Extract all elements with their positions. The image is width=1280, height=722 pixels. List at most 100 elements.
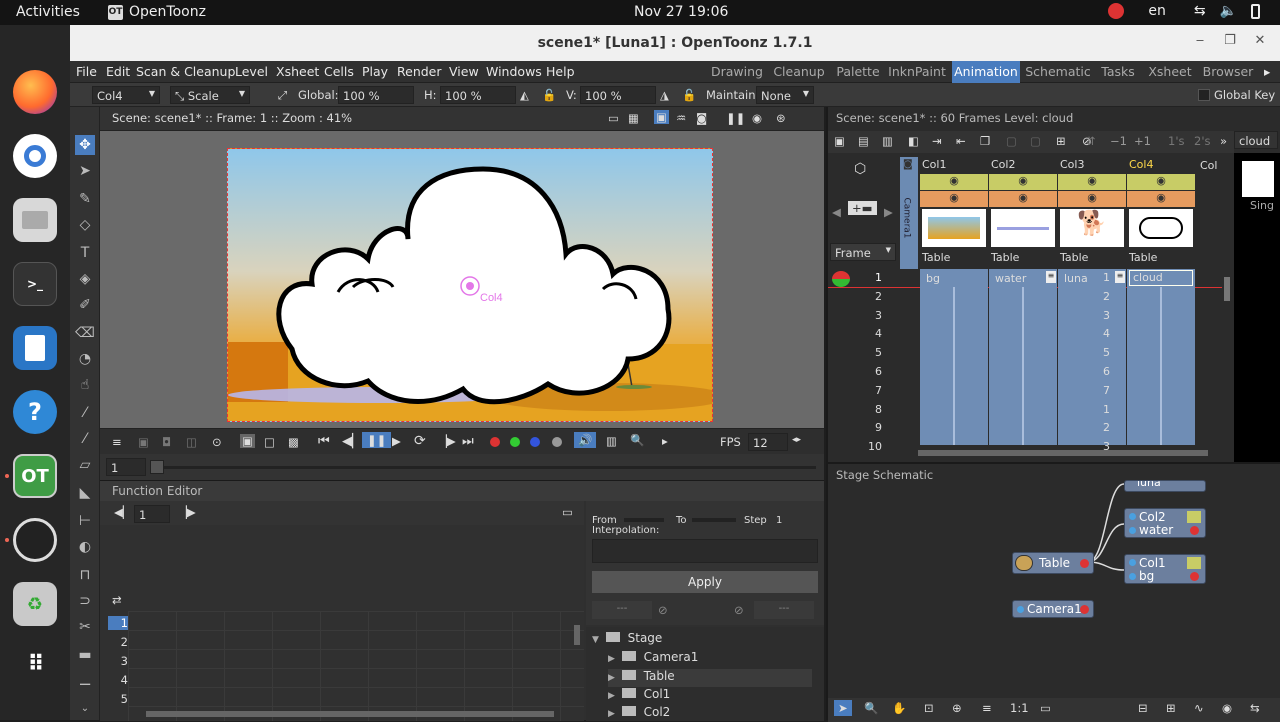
cell-bg[interactable]: bg bbox=[926, 272, 940, 285]
fps-field[interactable]: 12 bbox=[748, 433, 788, 451]
step-value[interactable]: 1 bbox=[776, 515, 782, 526]
clock[interactable]: Nov 27 19:06 bbox=[634, 4, 728, 20]
xsheet-vscroll[interactable] bbox=[1224, 277, 1230, 301]
frame-field[interactable]: 1 bbox=[106, 458, 146, 476]
blue-channel-icon[interactable] bbox=[530, 437, 540, 447]
network-icon[interactable]: ⇆ bbox=[1194, 3, 1206, 19]
reverse-icon[interactable]: ⊞ bbox=[1056, 134, 1066, 148]
col3-cell-value[interactable]: 2 bbox=[1098, 290, 1110, 303]
v-field[interactable]: 100 % bbox=[580, 86, 656, 104]
cell-cloud[interactable]: cloud bbox=[1129, 270, 1193, 286]
interpolation-select[interactable] bbox=[592, 539, 818, 563]
drag-handle-icon-2[interactable]: ≡ bbox=[1115, 271, 1125, 283]
compare-icon[interactable]: ◫ bbox=[186, 435, 197, 449]
sound-icon[interactable]: 🔊 bbox=[574, 432, 597, 448]
maximize-nodes-icon[interactable]: ▭ bbox=[1040, 701, 1051, 715]
menu-view[interactable]: View bbox=[449, 64, 479, 79]
node-camera1[interactable]: Camera1 bbox=[1012, 600, 1094, 618]
step1-button[interactable]: 1's bbox=[1168, 134, 1184, 148]
col3-cell-value[interactable]: 2 bbox=[1098, 421, 1110, 434]
link-icon-2[interactable]: ⊘ bbox=[734, 603, 744, 617]
tree-item-camera1[interactable]: ▶ Camera1 bbox=[608, 650, 812, 668]
col4-cells[interactable] bbox=[1127, 269, 1195, 445]
preview-toggle[interactable]: ◉ bbox=[920, 174, 988, 190]
col1-cells[interactable] bbox=[920, 269, 988, 445]
frame-zoom-icon[interactable]: ⬡ bbox=[854, 161, 866, 177]
play-icon[interactable]: ▶ bbox=[392, 434, 401, 448]
menu-windows[interactable]: Windows bbox=[486, 64, 542, 79]
pinch-tool-icon[interactable]: ⊢ bbox=[75, 511, 95, 531]
col3-cells[interactable] bbox=[1058, 269, 1126, 445]
preview-toggle[interactable]: ◉ bbox=[989, 174, 1057, 190]
menu-play[interactable]: Play bbox=[362, 64, 388, 79]
prev-key-icon[interactable]: ◀▏ bbox=[114, 505, 132, 519]
menu-cells[interactable]: Cells bbox=[324, 64, 354, 79]
prev-frame-icon[interactable]: ◀▏ bbox=[342, 434, 362, 449]
fe-vscroll[interactable] bbox=[574, 625, 580, 645]
define-subcamera-icon[interactable]: ⊙ bbox=[212, 435, 222, 449]
terminal-icon[interactable]: >_ bbox=[13, 262, 57, 306]
zoom-mode-icon[interactable]: 🔍 bbox=[864, 701, 878, 715]
hand-mode-icon[interactable]: ✋ bbox=[892, 701, 906, 715]
ruler-tool-icon[interactable]: ▱ bbox=[75, 455, 95, 475]
language-indicator[interactable]: en bbox=[1148, 3, 1166, 19]
room-palette[interactable]: Palette bbox=[832, 61, 884, 83]
camera-output-port[interactable] bbox=[1080, 605, 1089, 614]
cell-luna[interactable]: luna bbox=[1064, 272, 1088, 285]
col2-render-toggle[interactable] bbox=[1187, 511, 1201, 523]
loop-icon[interactable]: ⟳ bbox=[414, 433, 426, 449]
fit-to-window-icon[interactable]: ⊡ bbox=[924, 701, 934, 715]
col2-cells[interactable] bbox=[989, 269, 1057, 445]
spreadsheet-toggle-icon[interactable]: ⇄ bbox=[112, 593, 122, 607]
app-menu[interactable]: OT OpenToonz bbox=[108, 4, 206, 20]
function-spreadsheet[interactable]: ⇄ 1 2 3 4 5 bbox=[100, 525, 584, 721]
menu-xsheet[interactable]: Xsheet bbox=[276, 64, 319, 79]
snapshot-icon[interactable]: ◘ bbox=[162, 435, 171, 449]
checker-bg-icon[interactable]: ▩ bbox=[288, 435, 299, 449]
global-field[interactable]: 100 % bbox=[338, 86, 414, 104]
first-frame-icon[interactable]: ⏮ bbox=[318, 434, 330, 449]
zoom-icon[interactable]: 🔍 bbox=[630, 433, 644, 447]
next-frame-icon[interactable]: ▕▶ bbox=[438, 434, 456, 448]
reframe-icon[interactable]: ◧ bbox=[908, 134, 919, 148]
level-strip-select[interactable]: cloud ▼ bbox=[1234, 131, 1278, 161]
new-camera-icon[interactable]: ⊞ bbox=[1166, 701, 1176, 715]
add-column-icon[interactable]: +▬ bbox=[848, 201, 877, 215]
apply-button[interactable]: Apply bbox=[592, 571, 818, 593]
menu-level[interactable]: Level bbox=[235, 64, 268, 79]
frame-slider-handle[interactable] bbox=[150, 460, 164, 474]
xsheet-hscroll[interactable] bbox=[918, 450, 1208, 456]
global-key-checkbox[interactable] bbox=[1198, 89, 1210, 101]
col1-render-toggle[interactable] bbox=[1187, 557, 1201, 569]
room-schematic[interactable]: Schematic bbox=[1025, 61, 1091, 83]
skeleton-tool-icon[interactable]: ⚊ bbox=[75, 671, 95, 691]
room-browser[interactable]: Browser bbox=[1200, 61, 1256, 83]
tape-tool-icon[interactable]: ◔ bbox=[75, 349, 95, 369]
eraser-tool-icon[interactable]: ⌫ bbox=[75, 323, 95, 343]
close-icon[interactable]: ✕ bbox=[1250, 33, 1270, 53]
control-point-editor-icon[interactable]: ◣ bbox=[75, 483, 95, 503]
next-link-field[interactable]: --- bbox=[754, 601, 814, 619]
opentoonz-dock-icon[interactable]: OT bbox=[13, 454, 57, 498]
camstand-toggle[interactable]: ◉ bbox=[920, 191, 988, 207]
column-parent[interactable]: Table bbox=[1129, 251, 1157, 264]
red-channel-icon[interactable] bbox=[490, 437, 500, 447]
green-channel-icon[interactable] bbox=[510, 437, 520, 447]
type-tool-icon[interactable]: T bbox=[75, 243, 95, 263]
prev-link-field[interactable]: --- bbox=[592, 601, 652, 619]
text-editor-icon[interactable] bbox=[13, 326, 57, 370]
more-arrow-icon[interactable]: ▸ bbox=[662, 434, 668, 448]
h-lock-icon[interactable]: 🔓 bbox=[542, 88, 556, 102]
column-parent[interactable]: Table bbox=[991, 251, 1019, 264]
bender-tool-icon[interactable]: ⊃ bbox=[75, 591, 95, 611]
col3-cell-value[interactable]: 6 bbox=[1098, 365, 1110, 378]
node-col3-luna[interactable]: luna bbox=[1124, 480, 1206, 492]
frame-display-select[interactable]: Frame ▼ bbox=[830, 243, 896, 261]
alpha-channel-icon[interactable] bbox=[552, 437, 562, 447]
room-xsheet[interactable]: Xsheet bbox=[1144, 61, 1196, 83]
insert-icon[interactable]: ▢ bbox=[1006, 134, 1017, 148]
col3-cell-value[interactable]: 1 bbox=[1098, 403, 1110, 416]
rooms-more-icon[interactable]: ▸ bbox=[1264, 64, 1270, 79]
duplicate-icon[interactable]: ❐ bbox=[980, 134, 990, 148]
column-header-col4[interactable]: Col4 ◉ ◉ Table bbox=[1127, 157, 1195, 269]
